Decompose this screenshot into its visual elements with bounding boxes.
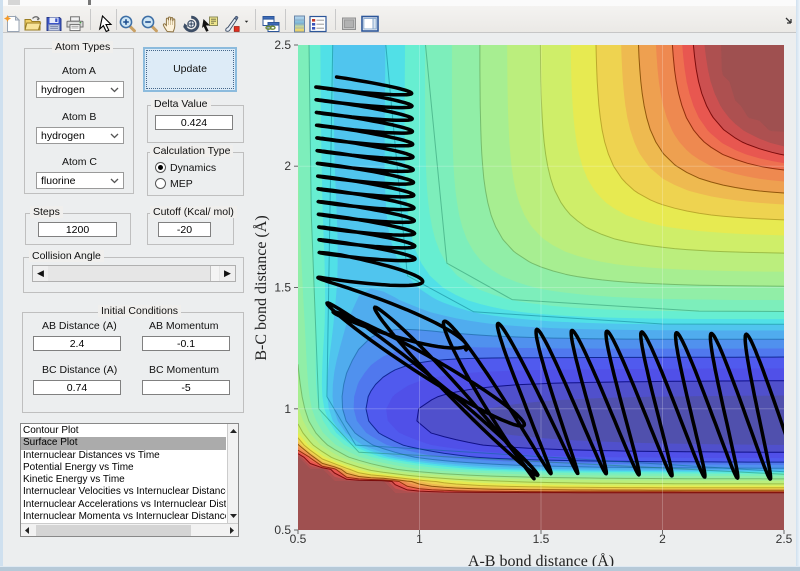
svg-text:2: 2 xyxy=(284,159,291,173)
svg-text:1.5: 1.5 xyxy=(274,281,291,295)
svg-text:1: 1 xyxy=(284,402,291,416)
svg-text:1.5: 1.5 xyxy=(533,532,550,546)
svg-text:2.5: 2.5 xyxy=(776,532,793,546)
svg-text:0.5: 0.5 xyxy=(290,532,307,546)
svg-text:0.5: 0.5 xyxy=(274,523,291,537)
svg-text:2.5: 2.5 xyxy=(274,38,291,52)
svg-text:1: 1 xyxy=(416,532,423,546)
svg-text:B-C bond distance (Å): B-C bond distance (Å) xyxy=(252,215,270,360)
svg-text:2: 2 xyxy=(659,532,666,546)
